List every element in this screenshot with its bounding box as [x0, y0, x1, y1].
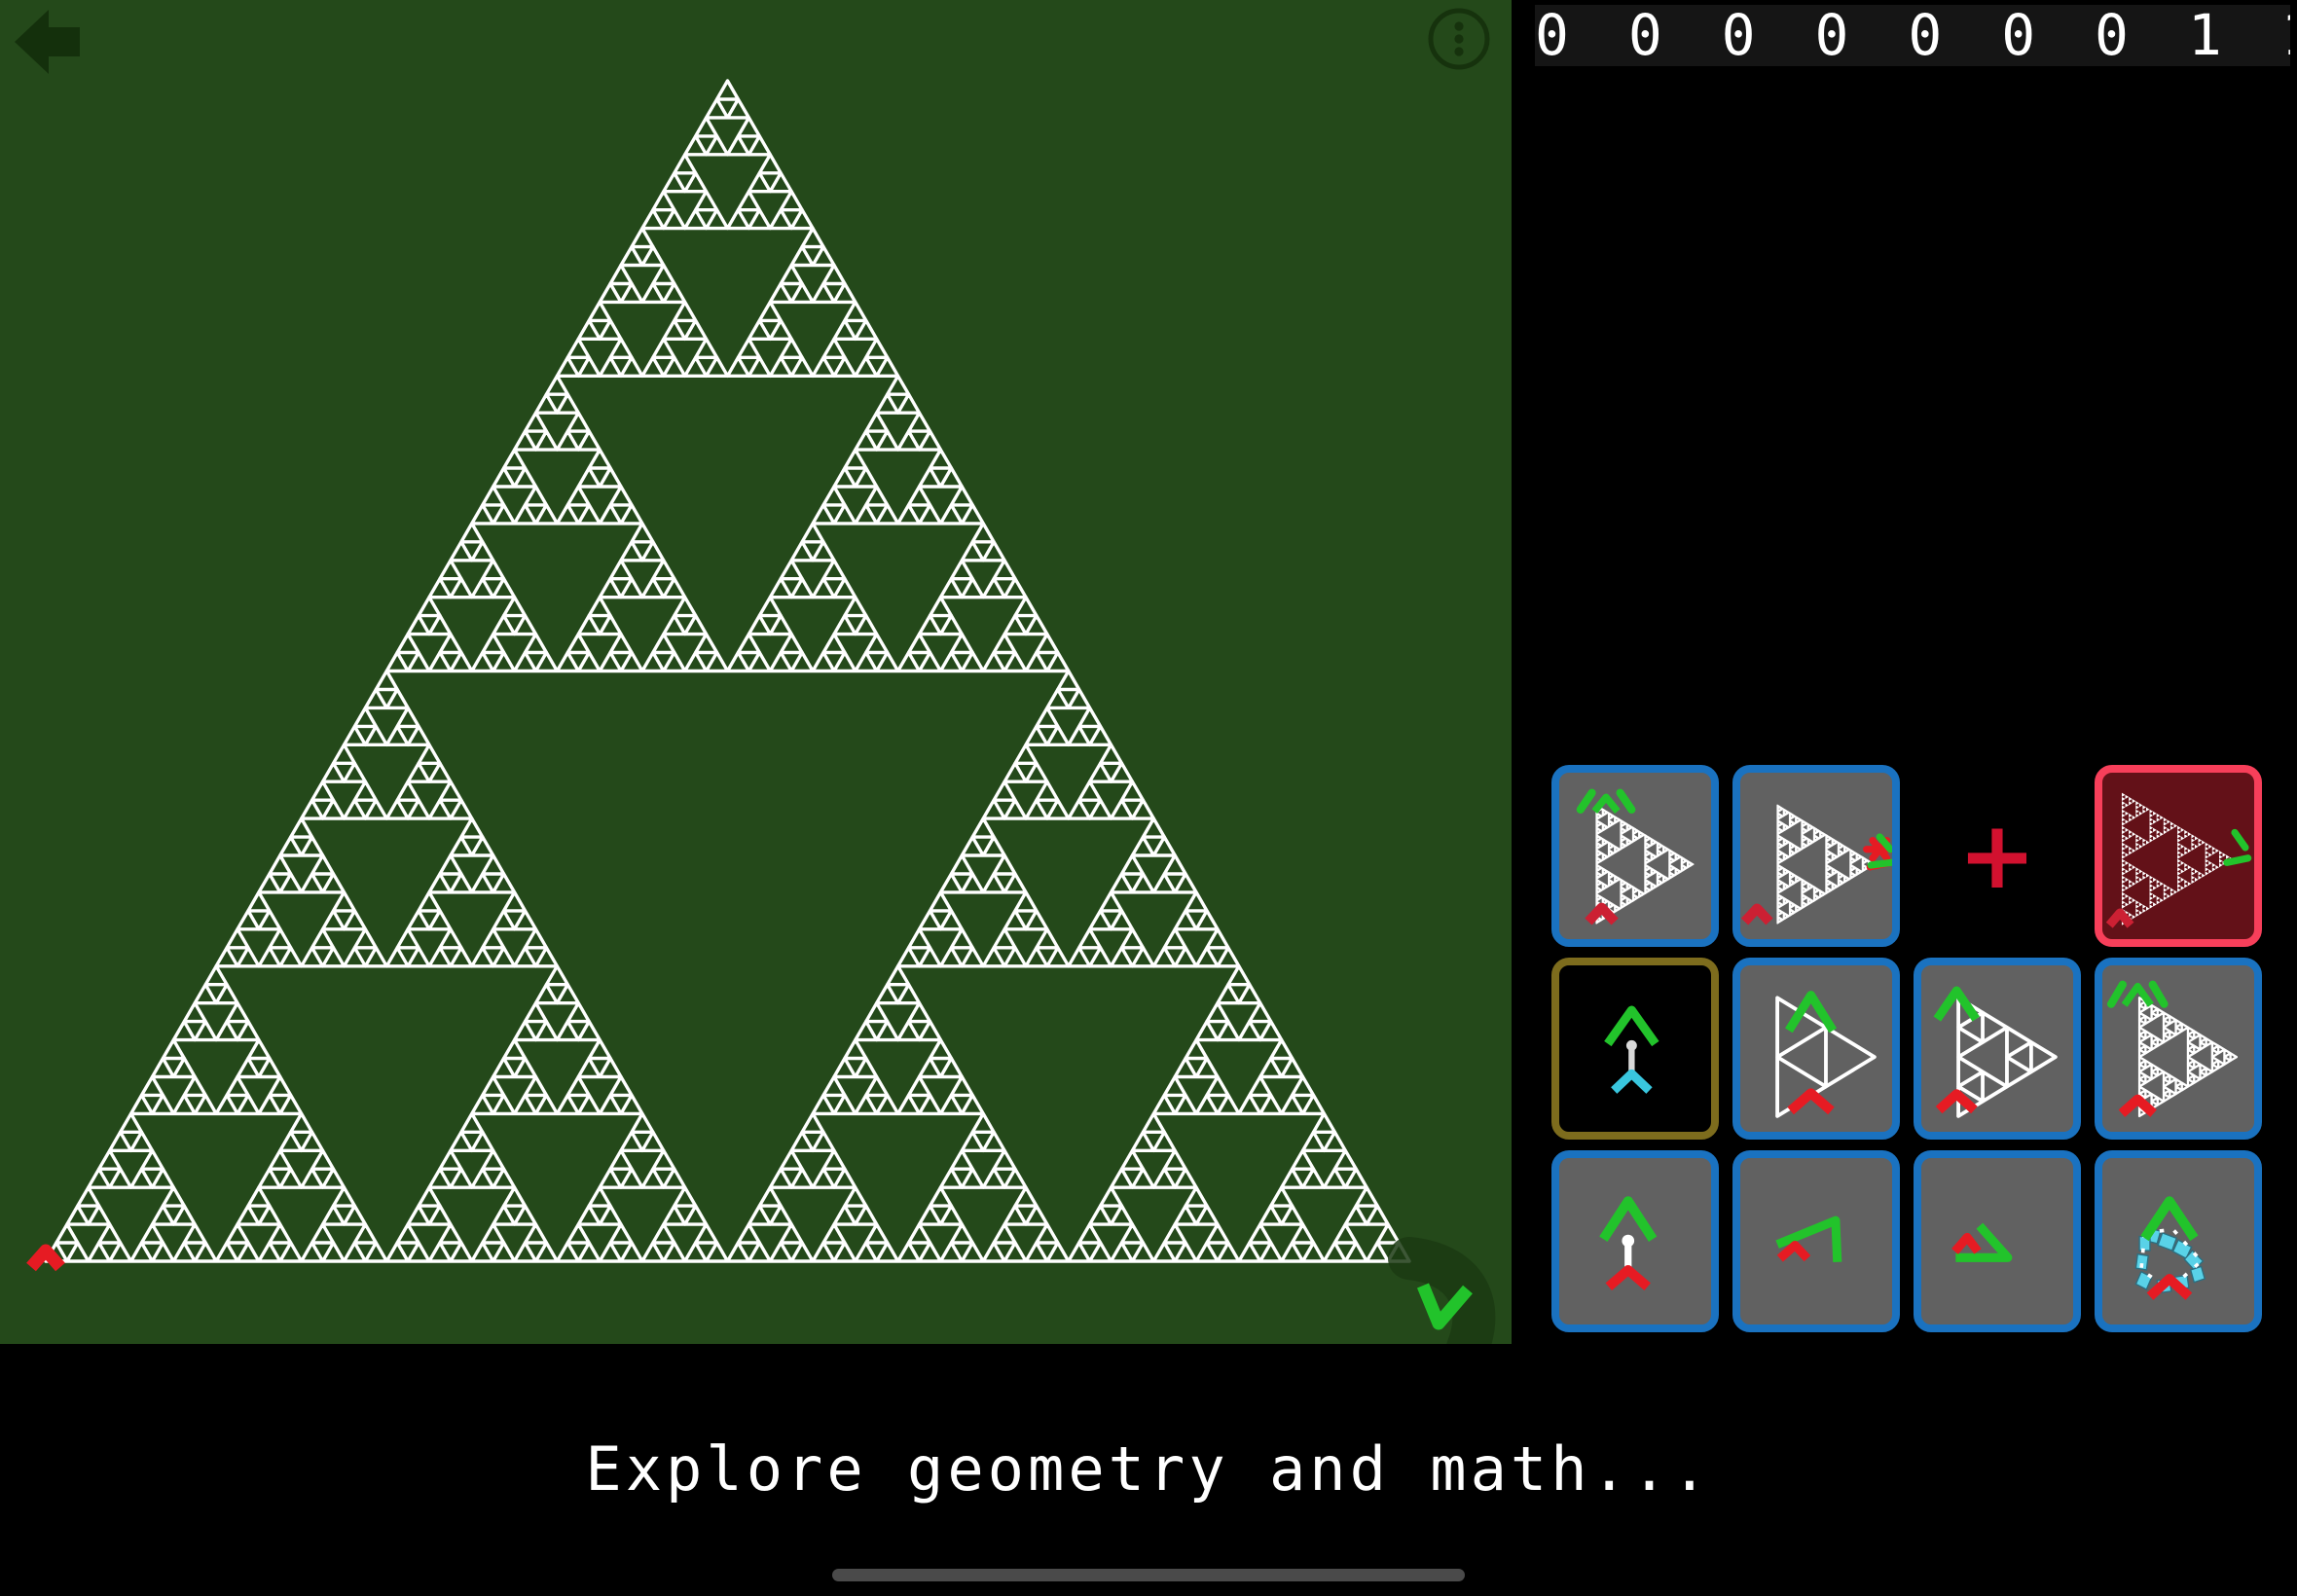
tile-turn-left-art [1775, 1215, 1842, 1263]
red-chevron-icon [2105, 908, 2134, 928]
app-root: 0 0 0 0 0 0 0 1 1 1 [0, 0, 2297, 1596]
binary-display: 0 0 0 0 0 0 0 1 1 1 [1535, 5, 2290, 66]
tile-fractal-b[interactable] [1732, 765, 1900, 947]
node-dot-icon [1622, 1234, 1635, 1248]
overflow-menu-button[interactable] [1425, 5, 1493, 73]
green-chevron-icon [2121, 982, 2154, 1007]
drawing-canvas[interactable] [0, 0, 1512, 1344]
red-chevron-icon [1787, 1088, 1835, 1115]
green-tick-icon [2223, 854, 2252, 866]
tile-cell [2093, 1148, 2274, 1335]
tile-fractal-a-art [1576, 788, 1695, 925]
tile-loop-triangle[interactable] [2095, 1150, 2262, 1332]
red-chevron-icon [1951, 1232, 1982, 1254]
tile-move-forward[interactable] [1551, 958, 1719, 1140]
tile-triangle-depth1[interactable] [1732, 958, 1900, 1140]
tile-palette: + [1550, 763, 2276, 1334]
tile-cell [2093, 956, 2274, 1143]
green-chevron-icon [1604, 1005, 1659, 1047]
turtle-cursor [1388, 1237, 1496, 1344]
green-tick-icon [2231, 828, 2249, 852]
tile-fractal-a[interactable] [1551, 765, 1719, 947]
tile-cell [1731, 1148, 1912, 1335]
red-chevron-icon [1740, 903, 1773, 925]
tile-step-forward-art [1599, 1196, 1658, 1290]
tile-plus: + [1914, 765, 2081, 947]
green-tick-icon [1576, 788, 1596, 814]
tile-row: + [1550, 763, 2276, 950]
tile-fractal-filled-art [2105, 792, 2252, 928]
tile-row [1550, 1148, 2276, 1335]
green-chevron-icon [2140, 1196, 2199, 1242]
plus-sign-icon: + [1957, 801, 2037, 910]
tile-cell [1912, 956, 2093, 1143]
cyan-chevron-icon [1611, 1069, 1653, 1094]
menu-dot-icon [1454, 21, 1464, 31]
tile-cell [1912, 1148, 2093, 1335]
tile-triangle-depth2-art [1933, 986, 2058, 1118]
tile-loop-triangle-art [2134, 1196, 2206, 1300]
tile-fractal-b-art [1740, 804, 1892, 925]
menu-dot-icon [1454, 47, 1464, 56]
home-indicator[interactable] [832, 1569, 1465, 1581]
tile-fractal-filled[interactable] [2095, 765, 2262, 947]
tile-cell [1731, 956, 1912, 1143]
tile-triangle-depth2[interactable] [1914, 958, 2081, 1140]
tile-turn-right-art [1951, 1222, 2013, 1262]
green-tick-icon [2148, 980, 2169, 1008]
green-chevron-icon [1785, 991, 1838, 1034]
tile-move-forward-art [1604, 1005, 1659, 1094]
tile-cell [1550, 763, 1731, 950]
green-tick-icon [1867, 858, 1892, 869]
tile-turn-left[interactable] [1732, 1150, 1900, 1332]
turtle-start-marker [26, 1244, 65, 1272]
tile-cell [2093, 763, 2274, 950]
tile-triangle-depth1-art [1775, 991, 1877, 1118]
green-chevron-icon [1591, 793, 1621, 814]
back-button[interactable] [10, 4, 95, 80]
tile-cell: + [1912, 763, 2093, 950]
green-tick-icon [1616, 788, 1636, 814]
footer-bar: Explore geometry and math... [0, 1344, 2297, 1596]
tile-step-forward[interactable] [1551, 1150, 1719, 1332]
tile-cell [1550, 956, 1731, 1143]
tile-triangle-depth4[interactable] [2095, 958, 2262, 1140]
tile-triangle-depth4-art [2106, 980, 2239, 1118]
sierpinski-drawing [26, 79, 1496, 1344]
green-tick-icon [2106, 980, 2127, 1008]
menu-dot-icon [1454, 34, 1464, 44]
red-chevron-icon [1605, 1264, 1651, 1290]
tile-row [1550, 956, 2276, 1143]
red-chevron-icon [2118, 1094, 2157, 1117]
tile-cell [1550, 1148, 1731, 1335]
node-dot-icon [1625, 1039, 1637, 1051]
tile-cell [1731, 763, 1912, 950]
status-text: Explore geometry and math... [585, 1433, 1712, 1505]
tile-turn-right[interactable] [1914, 1150, 2081, 1332]
green-chevron-icon [1599, 1196, 1658, 1242]
red-chevron-icon [1776, 1241, 1811, 1262]
